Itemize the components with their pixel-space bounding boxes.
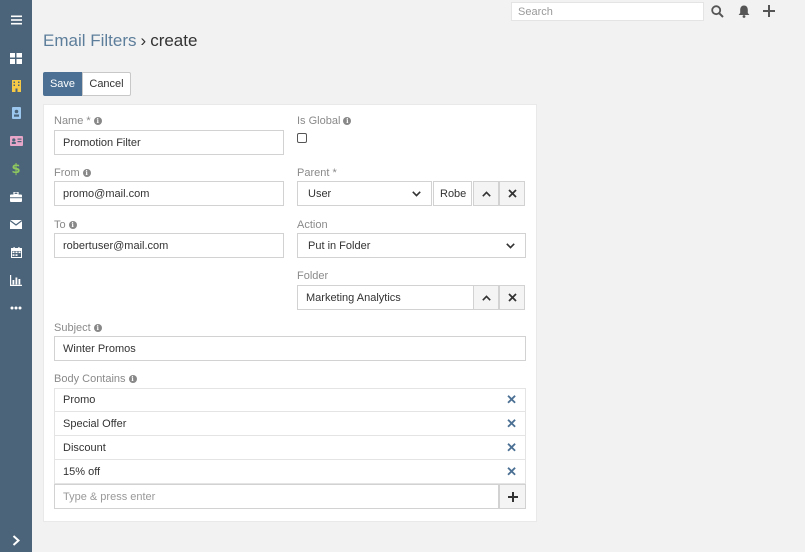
chevron-up-icon — [481, 190, 491, 197]
chevron-up-icon — [481, 294, 491, 301]
folder-field[interactable]: Marketing Analytics — [297, 285, 474, 310]
parent-select-button[interactable] — [473, 181, 499, 206]
parent-label-text: Parent * — [297, 167, 337, 179]
cancel-button[interactable]: Cancel — [82, 72, 131, 96]
list-item: Discount ✕ — [54, 436, 526, 460]
action-label-text: Action — [297, 219, 328, 231]
info-icon[interactable]: i — [128, 375, 137, 383]
chevron-right-icon[interactable] — [0, 529, 32, 551]
save-button[interactable]: Save — [43, 72, 82, 96]
parent-type-select[interactable]: User — [297, 181, 432, 206]
dashboard-icon[interactable] — [0, 47, 32, 69]
remove-icon[interactable]: ✕ — [506, 464, 517, 480]
action-label: Action — [297, 219, 328, 231]
search-input[interactable] — [511, 2, 704, 21]
body-contains-input[interactable] — [54, 484, 499, 509]
info-icon[interactable]: i — [93, 324, 102, 332]
bell-icon[interactable] — [736, 3, 752, 19]
list-item-text: Promo — [63, 394, 96, 406]
add-item-button[interactable] — [499, 484, 526, 509]
ellipsis-icon[interactable] — [0, 297, 32, 319]
folder-clear-button[interactable] — [499, 285, 525, 310]
search-icon[interactable] — [709, 3, 725, 19]
close-icon — [507, 293, 517, 302]
id-card-icon[interactable] — [0, 130, 32, 152]
name-label: Name * i — [54, 115, 102, 127]
contact-card-icon[interactable] — [0, 102, 32, 124]
parent-type-value: User — [308, 187, 332, 200]
bar-chart-icon[interactable] — [0, 269, 32, 291]
hamburger-icon[interactable] — [0, 9, 32, 31]
record-panel: Name * i Promotion Filter Is Global i Fr… — [43, 104, 537, 522]
from-field[interactable]: promo@mail.com — [54, 181, 284, 206]
info-icon[interactable]: i — [93, 117, 102, 125]
info-icon[interactable]: i — [82, 169, 91, 177]
list-item: 15% off ✕ — [54, 460, 526, 484]
to-field[interactable]: robertuser@mail.com — [54, 233, 284, 258]
subject-label: Subject i — [54, 322, 102, 334]
is-global-label-text: Is Global — [297, 115, 341, 127]
chevron-down-icon — [506, 242, 515, 249]
briefcase-icon[interactable] — [0, 186, 32, 208]
breadcrumb-link-email-filters[interactable]: Email Filters — [43, 31, 137, 50]
envelope-icon[interactable] — [0, 213, 32, 235]
body-contains-label-text: Body Contains — [54, 373, 126, 385]
sidebar: $ — [0, 0, 32, 552]
plus-icon[interactable] — [761, 3, 777, 19]
plus-icon — [507, 491, 518, 502]
close-icon — [507, 189, 517, 198]
folder-select-button[interactable] — [473, 285, 499, 310]
info-icon[interactable]: i — [343, 117, 352, 125]
list-item-text: 15% off — [63, 465, 101, 478]
action-select[interactable]: Put in Folder — [297, 233, 526, 258]
subject-field[interactable]: Winter Promos — [54, 336, 526, 361]
building-icon[interactable] — [0, 75, 32, 97]
calendar-icon[interactable] — [0, 241, 32, 263]
to-label-text: To — [54, 219, 66, 231]
is-global-checkbox[interactable] — [297, 133, 307, 143]
parent-clear-button[interactable] — [499, 181, 525, 206]
name-field[interactable]: Promotion Filter — [54, 130, 284, 155]
breadcrumb-separator: › — [140, 31, 147, 50]
from-label: From i — [54, 167, 91, 179]
page-title: create — [150, 31, 198, 50]
info-icon[interactable]: i — [68, 221, 77, 229]
remove-icon[interactable]: ✕ — [506, 440, 517, 456]
folder-label-text: Folder — [297, 270, 329, 282]
name-label-text: Name * — [54, 115, 91, 127]
parent-name-field[interactable]: Robe — [433, 181, 472, 206]
list-item: Promo ✕ — [54, 388, 526, 412]
action-value: Put in Folder — [308, 239, 371, 252]
dollar-icon[interactable]: $ — [0, 158, 32, 180]
folder-label: Folder — [297, 270, 328, 282]
list-item-text: Discount — [63, 441, 106, 454]
breadcrumb: Email Filters › create — [43, 31, 197, 51]
remove-icon[interactable]: ✕ — [506, 392, 517, 408]
chevron-down-icon — [412, 190, 421, 197]
remove-icon[interactable]: ✕ — [506, 416, 517, 432]
subject-label-text: Subject — [54, 322, 91, 334]
body-contains-label: Body Contains i — [54, 373, 137, 385]
list-item-text: Special Offer — [63, 417, 127, 430]
list-item: Special Offer ✕ — [54, 412, 526, 436]
from-label-text: From — [54, 167, 80, 179]
to-label: To i — [54, 219, 77, 231]
parent-label: Parent * — [297, 167, 337, 179]
is-global-label: Is Global i — [297, 115, 352, 127]
